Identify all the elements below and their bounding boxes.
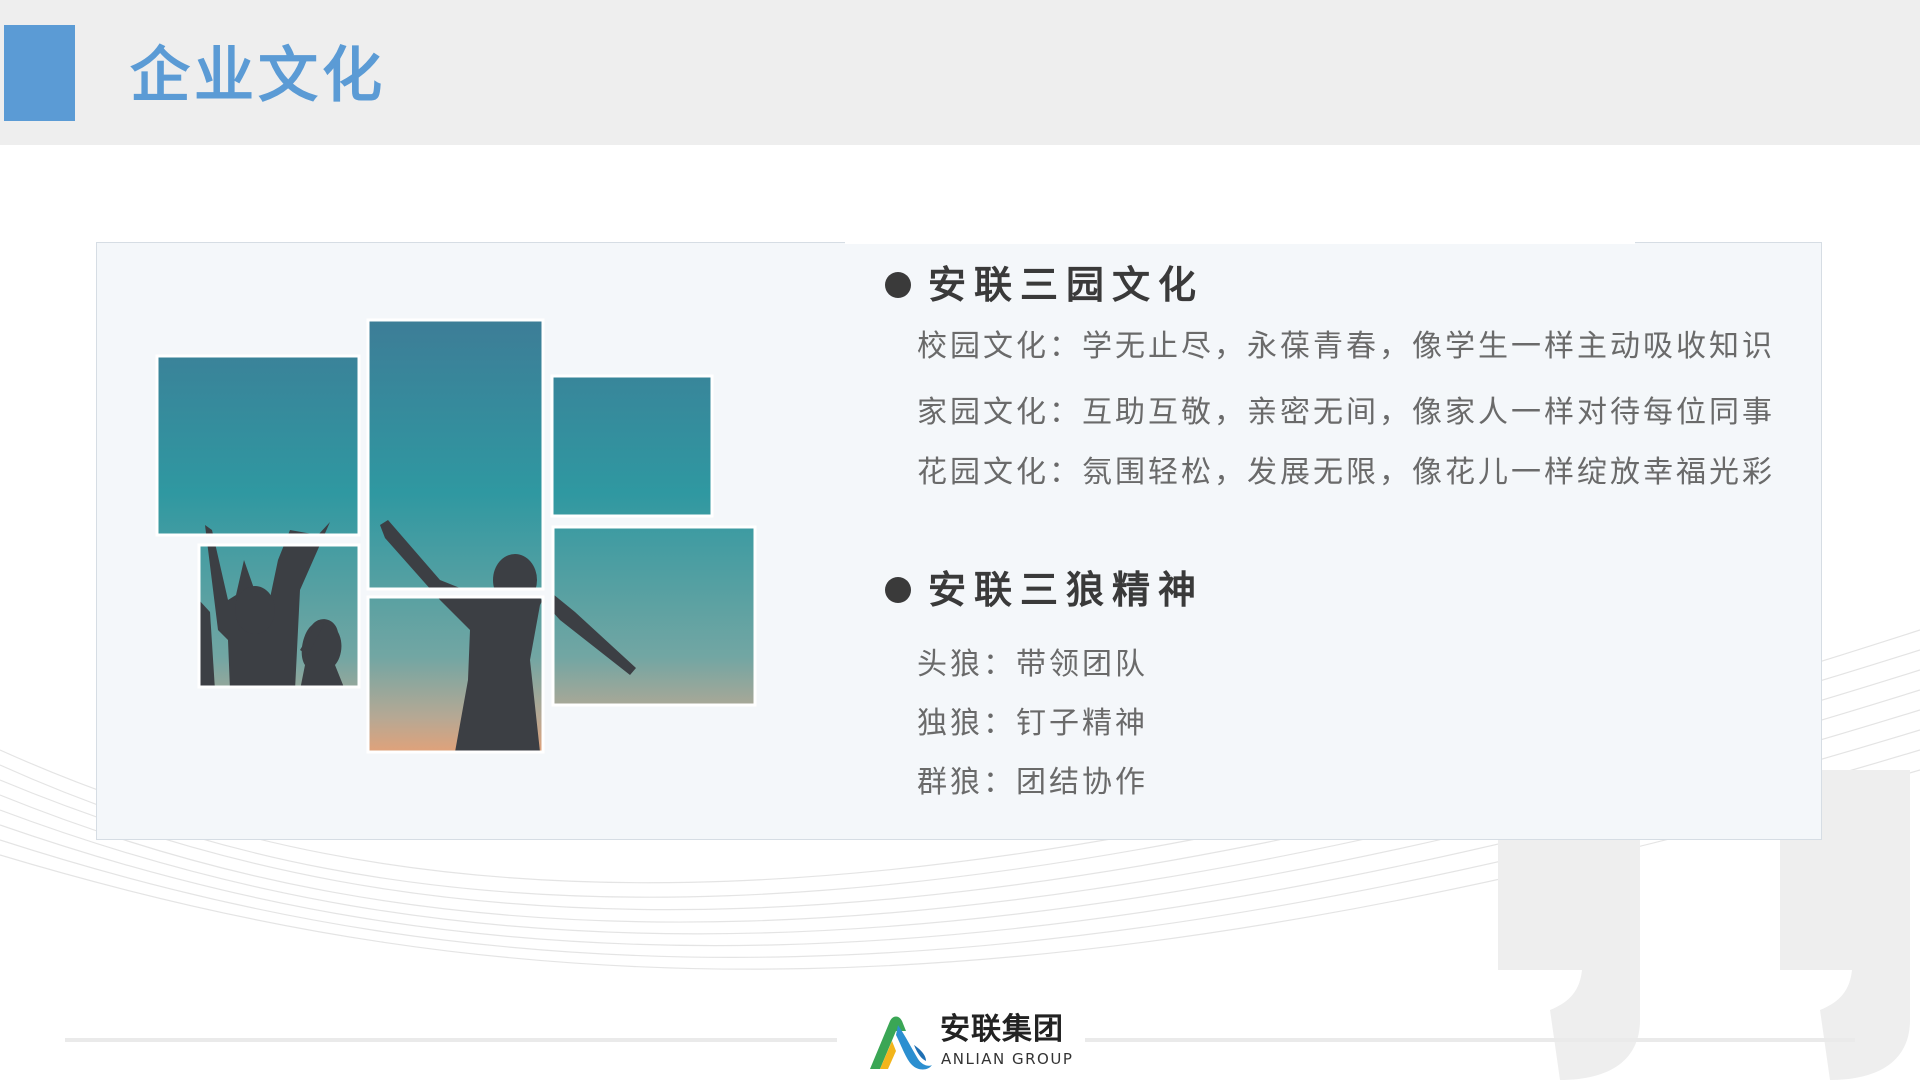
- bullet-dot-icon: [885, 272, 911, 298]
- slide: 企业文化 安联三园文化 校园文化：学无止尽，永葆青春，像学生一样主动吸收知识 家…: [0, 0, 1920, 1080]
- photo-collage: [155, 318, 757, 754]
- brand-name-en: ANLIAN GROUP: [941, 1050, 1074, 1068]
- anlian-logo-mark-icon: [870, 1016, 932, 1070]
- section-heading-three-gardens: 安联三园文化: [928, 262, 1205, 307]
- section-heading-three-wolves: 安联三狼精神: [928, 567, 1205, 612]
- three-gardens-line: 家园文化：互助互敬，亲密无间，像家人一样对待每位同事: [917, 395, 1775, 430]
- footer-rule-left: [65, 1038, 837, 1042]
- three-gardens-line: 校园文化：学无止尽，永葆青春，像学生一样主动吸收知识: [917, 329, 1775, 364]
- three-wolves-line: 独狼：钉子精神: [917, 706, 1148, 741]
- brand-name-cn: 安联集团: [940, 1012, 1064, 1047]
- three-wolves-line: 头狼：带领团队: [917, 647, 1148, 682]
- footer-rule-right: [1085, 1038, 1855, 1042]
- three-gardens-line: 花园文化：氛围轻松，发展无限，像花儿一样绽放幸福光彩: [917, 455, 1775, 490]
- bullet-dot-icon: [885, 577, 911, 603]
- three-wolves-line: 群狼：团结协作: [917, 765, 1148, 800]
